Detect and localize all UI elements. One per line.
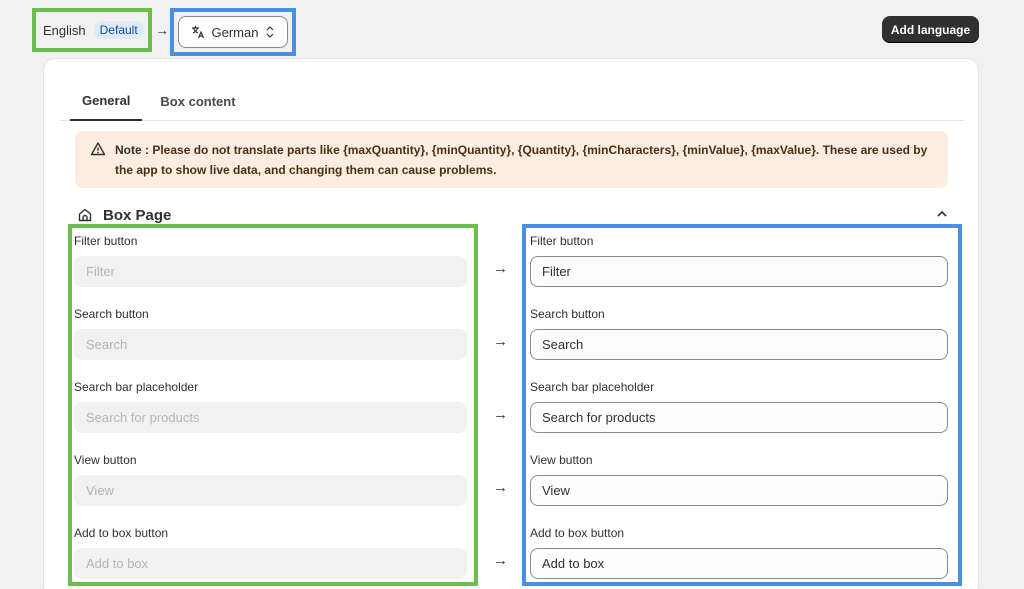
chevron-up-down-icon: [267, 26, 274, 38]
note-text: Note : Please do not translate parts lik…: [115, 140, 936, 188]
field-label: Search button: [530, 307, 605, 321]
row-arrow: →: [493, 260, 508, 277]
field-label: Filter button: [530, 234, 594, 248]
target-language-name: German: [211, 24, 259, 40]
chevron-up-icon[interactable]: [935, 207, 949, 221]
source-value-input: Search for products: [74, 402, 467, 433]
view-button-translation-input[interactable]: [530, 475, 948, 506]
tab-box-content[interactable]: Box content: [148, 81, 247, 121]
search-placeholder-translation-input[interactable]: [530, 402, 948, 433]
add-to-box-translation-input[interactable]: [530, 548, 948, 579]
field-label: Search button: [74, 307, 149, 321]
source-language-name: English: [43, 22, 86, 38]
source-value-input: View: [74, 475, 467, 506]
add-language-button[interactable]: Add language: [882, 16, 979, 43]
field-label: View button: [74, 453, 137, 467]
tab-general[interactable]: General: [70, 81, 143, 121]
source-column-highlight: Filter button Filter Search button Searc…: [68, 224, 478, 586]
language-arrow: →: [155, 22, 169, 38]
row-arrow: →: [493, 479, 508, 496]
note-body: : Please do not translate parts like {ma…: [115, 143, 928, 177]
filter-button-translation-input[interactable]: [530, 256, 948, 287]
field-label: Add to box button: [530, 526, 625, 540]
source-value-input: Add to box: [74, 548, 467, 579]
language-bar: English Default → German Add language: [0, 0, 1024, 58]
source-value-input: Search: [74, 329, 467, 360]
field-label: Add to box button: [74, 526, 169, 540]
target-language-select[interactable]: German: [178, 16, 288, 48]
row-arrow: →: [493, 406, 508, 423]
section-header: Box Page: [77, 204, 949, 226]
row-arrow: →: [493, 552, 508, 569]
row-arrow: →: [493, 333, 508, 350]
source-value-input: Filter: [74, 256, 467, 287]
warning-triangle-icon: [90, 142, 106, 156]
field-label: View button: [530, 453, 593, 467]
field-label: Search bar placeholder: [74, 380, 199, 394]
field-label: Search bar placeholder: [530, 380, 655, 394]
default-badge: Default: [93, 21, 144, 39]
tab-bar: General Box content: [60, 81, 964, 121]
target-language-highlight: German: [170, 8, 296, 56]
source-language-highlight: English Default: [32, 8, 152, 52]
section-title: Box Page: [103, 206, 172, 224]
note-banner: Note : Please do not translate parts lik…: [75, 131, 948, 188]
search-button-translation-input[interactable]: [530, 329, 948, 360]
note-label: Note: [115, 143, 142, 157]
translate-icon: [191, 26, 204, 39]
field-label: Filter button: [74, 234, 138, 248]
home-icon: [78, 208, 92, 222]
target-column-highlight: Filter button Search button Search bar p…: [522, 224, 962, 586]
